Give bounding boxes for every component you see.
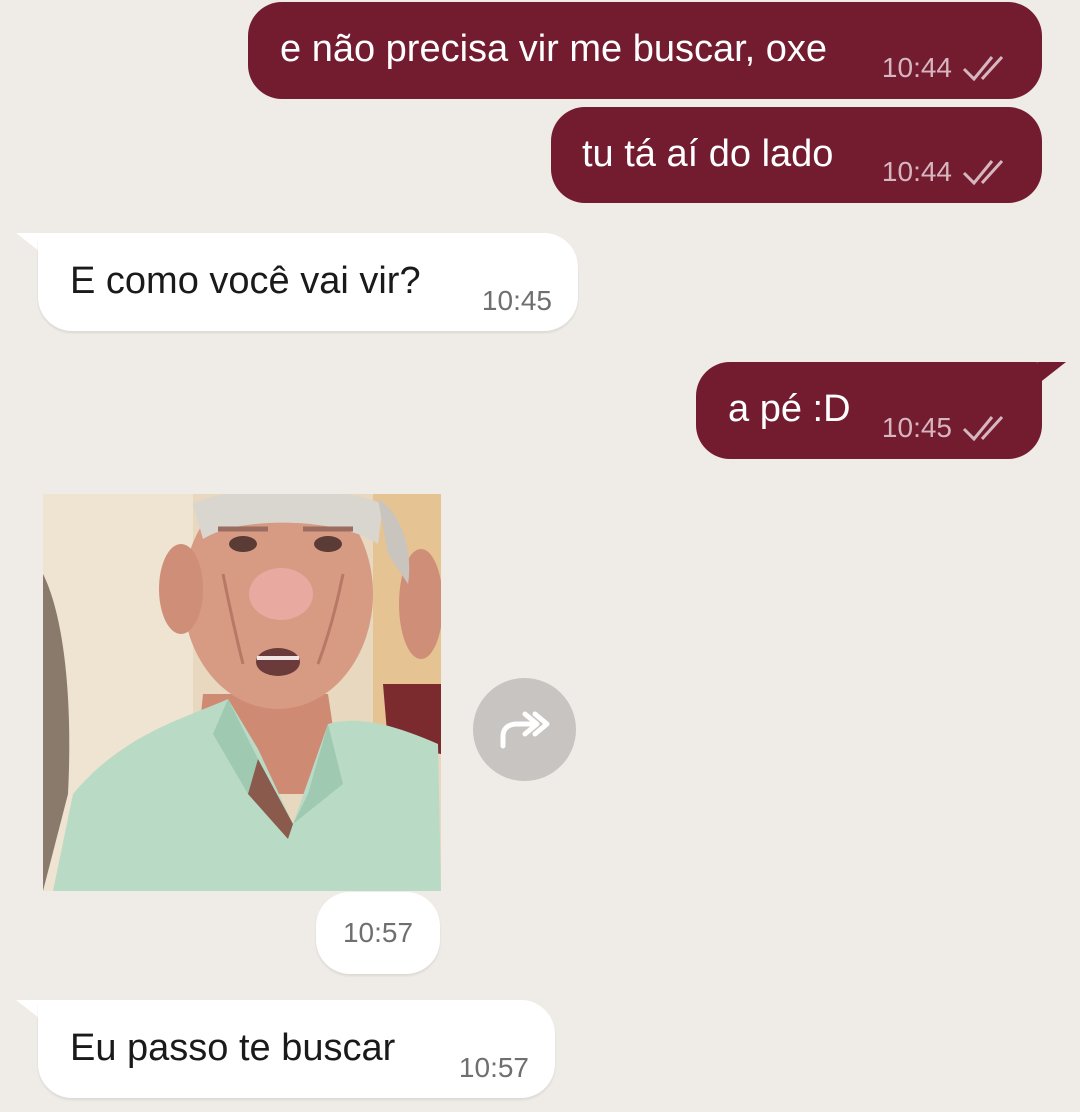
double-check-icon — [962, 415, 1004, 442]
message-text: a pé :D — [728, 388, 851, 430]
message-text: Eu passo te buscar — [70, 1027, 396, 1069]
message-meta: 10:57 — [459, 1052, 529, 1084]
chat-conversation: e não precisa vir me buscar, oxe 10:44 t… — [0, 0, 1080, 1112]
message-time: 10:44 — [881, 52, 952, 83]
outgoing-message[interactable]: tu tá aí do lado 10:44 — [551, 107, 1042, 203]
sticker-illustration — [43, 494, 441, 891]
double-check-icon — [962, 159, 1004, 186]
double-check-icon — [962, 55, 1004, 82]
outgoing-message[interactable]: e não precisa vir me buscar, oxe 10:44 — [248, 2, 1042, 99]
message-text: E como você vai vir? — [70, 260, 421, 302]
message-time: 10:45 — [481, 285, 552, 316]
bubble-tail — [1038, 362, 1066, 384]
message-time: 10:44 — [881, 156, 952, 187]
sticker-time-chip: 10:57 — [316, 892, 440, 974]
incoming-message[interactable]: E como você vai vir? 10:45 — [38, 233, 578, 331]
message-text: tu tá aí do lado — [582, 133, 834, 175]
message-time: 10:45 — [881, 412, 952, 443]
message-time: 10:57 — [458, 1052, 529, 1083]
outgoing-message[interactable]: a pé :D 10:45 — [696, 362, 1042, 459]
message-text: e não precisa vir me buscar, oxe — [280, 28, 828, 70]
incoming-message[interactable]: Eu passo te buscar 10:57 — [38, 1000, 555, 1098]
message-meta: 10:44 — [882, 156, 1014, 188]
message-meta: 10:44 — [882, 52, 1014, 84]
forward-button[interactable] — [473, 678, 576, 781]
message-meta: 10:45 — [482, 285, 552, 317]
forward-icon — [500, 711, 549, 748]
message-time: 10:57 — [342, 917, 414, 948]
message-meta: 10:45 — [882, 412, 1014, 444]
sticker-image[interactable] — [43, 494, 441, 891]
